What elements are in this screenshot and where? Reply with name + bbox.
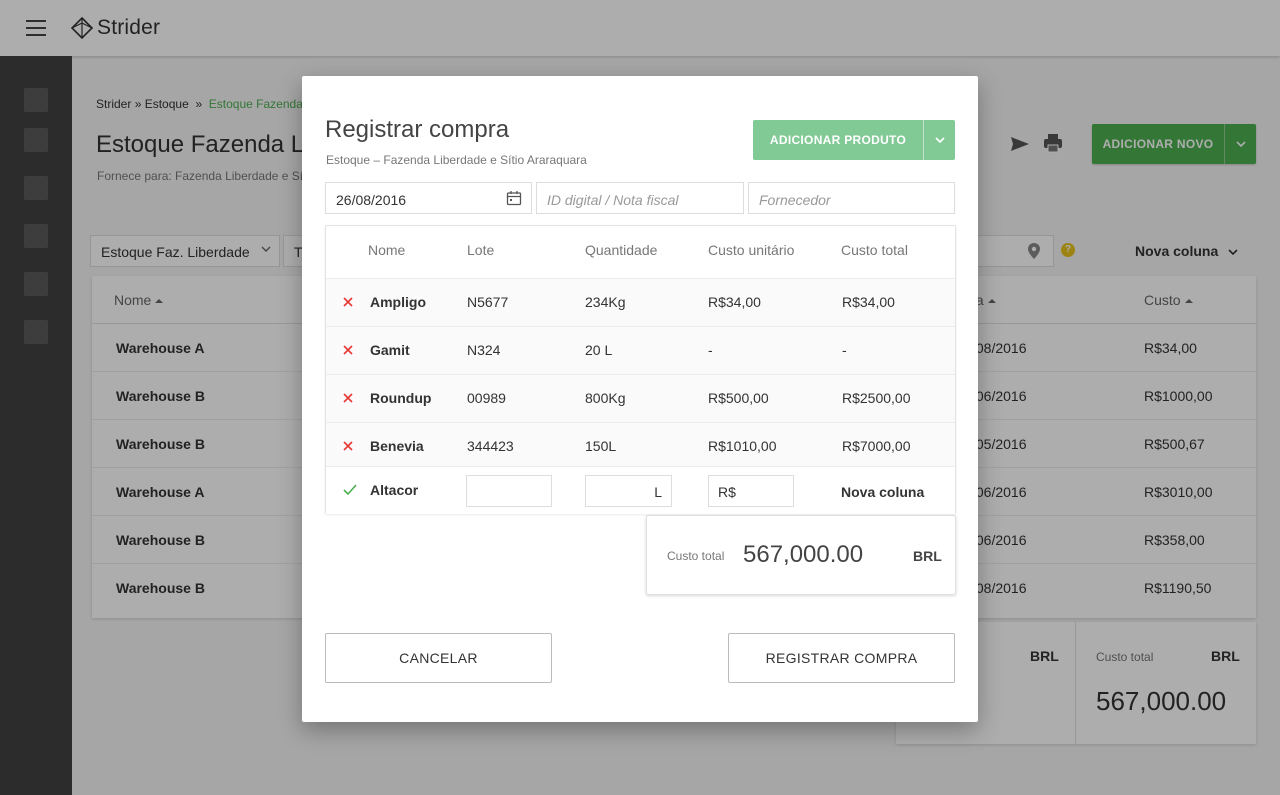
supplier-field[interactable]: Fornecedor	[748, 182, 955, 214]
total-cost-value: 567,000.00	[743, 541, 864, 568]
date-value: 26/08/2016	[336, 192, 407, 208]
column-header-unit-cost: Custo unitário	[708, 242, 795, 258]
lot-input[interactable]	[466, 475, 552, 507]
dialog-title: Registrar compra	[325, 116, 510, 143]
table-row: Benevia 344423 150L R$1010,00 R$7000,00	[326, 422, 955, 470]
chevron-down-icon[interactable]	[924, 137, 955, 143]
total-currency: BRL	[913, 548, 942, 564]
total-cost-card: Custo total 567,000.00 BRL	[646, 515, 956, 595]
add-product-button[interactable]: ADICIONAR PRODUTO	[753, 120, 955, 160]
dialog-subtitle: Estoque – Fazenda Liberdade e Sítio Arar…	[326, 153, 587, 167]
column-header-total-cost: Custo total	[841, 242, 908, 258]
total-cost-label: Custo total	[667, 549, 725, 563]
table-row: Ampligo N5677 234Kg R$34,00 R$34,00	[326, 278, 955, 326]
products-table: Nome Lote Quantidade Custo unitário Cust…	[325, 225, 956, 514]
quantity-input[interactable]: L	[585, 475, 672, 507]
calendar-icon[interactable]	[506, 190, 522, 206]
unit-cost-input[interactable]: R$	[708, 475, 794, 507]
table-row: Roundup 00989 800Kg R$500,00 R$2500,00	[326, 374, 955, 422]
register-purchase-button[interactable]: REGISTRAR COMPRA	[728, 633, 955, 683]
invoice-id-field[interactable]: ID digital / Nota fiscal	[536, 182, 744, 214]
close-icon[interactable]	[342, 392, 354, 404]
column-header-lot: Lote	[467, 242, 495, 258]
column-header-name: Nome	[368, 242, 406, 258]
date-field[interactable]: 26/08/2016	[325, 182, 532, 214]
table-row: Gamit N324 20 L - -	[326, 326, 955, 374]
column-header-quantity: Quantidade	[585, 242, 658, 258]
add-product-label: ADICIONAR PRODUTO	[769, 133, 907, 147]
check-icon[interactable]	[342, 483, 358, 497]
products-table-header: Nome Lote Quantidade Custo unitário Cust…	[326, 226, 955, 278]
new-column-label[interactable]: Nova coluna	[841, 484, 924, 500]
register-purchase-dialog: Registrar compra Estoque – Fazenda Liber…	[302, 76, 978, 722]
close-icon[interactable]	[342, 440, 354, 452]
cancel-button[interactable]: CANCELAR	[325, 633, 552, 683]
close-icon[interactable]	[342, 296, 354, 308]
new-product-row: Altacor L R$ Nova coluna	[326, 466, 955, 514]
close-icon[interactable]	[342, 344, 354, 356]
